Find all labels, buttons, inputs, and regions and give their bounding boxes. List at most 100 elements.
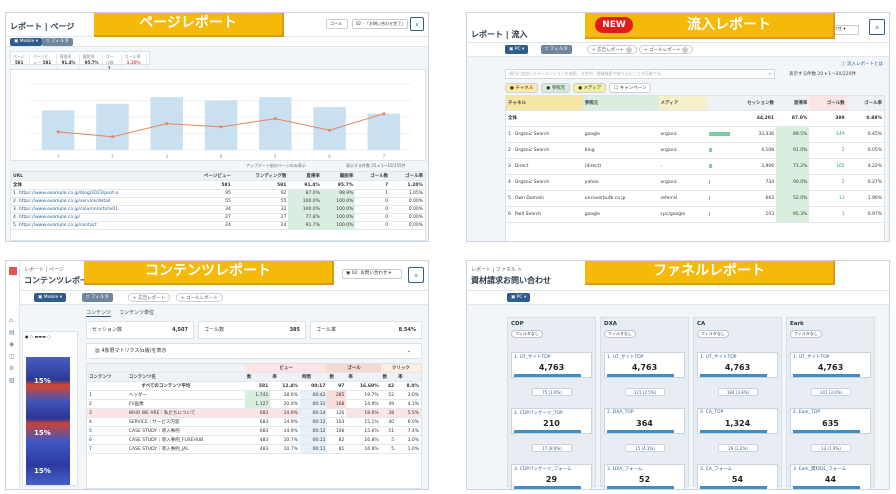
funnel-step[interactable]: 3. CDPパッケージ_フォーム 29 xyxy=(511,464,592,489)
funnel-dropoff[interactable]: 141 (3.0%) xyxy=(811,388,851,396)
chart-point[interactable] xyxy=(110,135,114,139)
funnel-dropoff[interactable]: 17 (8.9%) xyxy=(532,444,572,452)
funnel-filter-tag[interactable]: フィルタなし xyxy=(697,330,729,338)
row-url-text: https://www.example.co.jp/service/detail xyxy=(18,199,111,204)
inflow-row[interactable]: 2 Organic Search bing organic 4,108 91.0% 2 0.0… xyxy=(506,142,884,159)
chart-point[interactable] xyxy=(328,128,332,132)
content-filter-pill[interactable]: ▽ フィルタ xyxy=(82,293,113,302)
table-row[interactable]: 5 https://www.example.co.jp/contact 24 24 91… xyxy=(11,221,425,230)
content-row[interactable]: 3 WHO WE ARE｜私たちについて 683 14.9% 00:14 126 18.6%… xyxy=(87,408,421,418)
funnel-step[interactable]: 3. DXA_フォーム 52 xyxy=(604,464,685,489)
row-url[interactable]: 1 https://www.example.co.jp/blog/2023/pos… xyxy=(11,189,184,198)
chart-bar[interactable] xyxy=(367,113,401,150)
row-url[interactable]: 5 https://www.example.co.jp/contact xyxy=(11,221,184,230)
matrix-toggle[interactable]: ▥ 4象限マトリクス(α版)を表示 ⌄ xyxy=(86,343,422,359)
chart-bar[interactable] xyxy=(41,110,75,150)
funnel-step[interactable]: 3. Eark_資料DL_フォーム 44 xyxy=(790,464,871,489)
row-url[interactable]: 2 https://www.example.co.jp/service/detai… xyxy=(11,197,184,206)
content-row[interactable]: 1 ヘッダー 1,741 28.6% 00:42 285 19.7% 52 3.0% xyxy=(87,390,421,400)
chart-point[interactable] xyxy=(219,125,223,129)
funnel-dropoff[interactable]: 184 (3.9%) xyxy=(718,388,758,396)
content-goal-select[interactable]: ▣ 02: お問い合わせ ▾ xyxy=(342,269,402,279)
inflow-device-pill[interactable]: ▣ PC ▾ xyxy=(505,45,529,54)
content-report-screenshot: ⌂ ▤ ◉ ◫ ⚙ ▧ レポート | ページ コンテンツレポート ▣ 02: お問い合わせ… xyxy=(5,260,429,490)
content-column-header: コンテンツ名 xyxy=(126,372,245,382)
funnel-step[interactable]: 2. CA_TOP 1,324 xyxy=(697,408,778,434)
dimension-chip[interactable]: ☐ キャンペーン xyxy=(609,83,652,93)
content-row[interactable]: 6 CASE STUDY｜導入事例_FUSEHUB 483 10.7% 00:11 82 1… xyxy=(87,435,421,445)
dimension-chip[interactable]: ● メディア xyxy=(573,83,607,93)
tab-content-unit[interactable]: コンテンツ単位 xyxy=(119,309,154,317)
funnel-step[interactable]: 1. UT_サイトTOP 4,763 xyxy=(604,352,685,378)
table-row[interactable]: 2 https://www.example.co.jp/service/detai… xyxy=(11,197,425,206)
funnel-step[interactable]: 1. UT_サイトTOP 4,763 xyxy=(697,352,778,378)
content-total-cell: 8.0% xyxy=(396,381,421,391)
inflow-pager[interactable]: 表示する件数 20 ▾ 1〜20/220件 xyxy=(789,71,856,77)
total-cell: 7 xyxy=(355,180,391,190)
funnel-report-screenshot: レポート | ファネル > 資材請求お問い合わせ ▣ PC ▾ CDP フィルタな… xyxy=(466,260,890,490)
settings-icon[interactable]: ⚙ xyxy=(869,19,885,35)
funnel-step[interactable]: 3. CA_フォーム 54 xyxy=(697,464,778,489)
inflow-row-index: 5 xyxy=(508,195,511,201)
funnel-step[interactable]: 1. UT_サイトTOP 4,763 xyxy=(790,352,871,378)
chart-bar[interactable] xyxy=(96,103,129,150)
funnel-filter-tag[interactable]: フィルタなし xyxy=(511,330,543,338)
tab-content[interactable]: コンテンツ xyxy=(86,309,112,317)
row-url[interactable]: 4 https://www.example.co.jp/ xyxy=(11,213,184,222)
funnel-step[interactable]: 2. Eark_TOP 635 xyxy=(790,408,871,434)
filter-pill[interactable]: ▽ フィルタ xyxy=(42,38,73,46)
content-total-cell: 42 xyxy=(380,381,397,391)
row-url[interactable]: 3 https://www.example.co.jp/column/articl… xyxy=(11,205,184,214)
device-pill[interactable]: ▣ Mobile ▾ xyxy=(10,38,43,46)
funnel-step-bar xyxy=(607,486,674,489)
inflow-row[interactable]: 6 Paid Search google cpc/google 103 95.3% 1 0.9… xyxy=(506,206,884,223)
chart-point[interactable] xyxy=(56,130,60,134)
table-row[interactable]: 3 https://www.example.co.jp/column/articl… xyxy=(11,205,425,214)
inflow-search-input[interactable]: 項目に追加したディメンションを検索。文字列・曖昧検索で絞り込むことが可能です。 ⌕ xyxy=(505,69,775,79)
content-compare-goal[interactable]: + ゴールレポート xyxy=(176,293,223,302)
inflow-column-header: 参照元 xyxy=(582,96,659,111)
dimension-chip[interactable]: ● チャネル xyxy=(505,83,539,93)
funnel-step[interactable]: 2. DXA_TOP 364 xyxy=(604,408,685,434)
funnel-filter-tag[interactable]: フィルタなし xyxy=(604,330,636,338)
row-cell: 100.0% xyxy=(321,205,356,214)
funnel-filter-tag[interactable]: フィルタなし xyxy=(790,330,822,338)
inflow-row[interactable]: 3 Direct (direct) -3,906 71.2% 165 4.22% xyxy=(506,158,884,175)
content-row[interactable]: 4 SERVICE｜サービス内容 683 14.9% 00:12 103 15.1% 40 6.… xyxy=(87,417,421,427)
funnel-step[interactable]: 1. UT_サイトTOP 4,763 xyxy=(511,352,592,378)
chart-point[interactable] xyxy=(165,122,169,126)
goal-select[interactable]: 02 - 「お問い合わせ完了」 xyxy=(352,19,408,29)
page-pager[interactable]: 表示する件数 25 ▾ 1〜10/155件 xyxy=(346,163,406,169)
content-settings-icon[interactable]: ⚙ xyxy=(408,267,424,283)
inflow-compare-ad[interactable]: + 広告レポート xyxy=(587,45,637,54)
content-row[interactable]: 5 CASE STUDY｜導入事例 683 14.9% 00:12 106 15.6% 51 7… xyxy=(87,426,421,436)
content-row[interactable]: 2 FV画像 1,127 20.0% 00:31 168 14.9% 49 4.3% xyxy=(87,399,421,409)
chart-bar[interactable] xyxy=(259,97,292,150)
inflow-row[interactable]: 4 Organic Search yahoo organic 734 90.0% 2 0.27… xyxy=(506,174,884,191)
table-row[interactable]: 4 https://www.example.co.jp/27 27 77.8% 100.… xyxy=(11,213,425,222)
inflow-compare-goal[interactable]: + ゴールレポート xyxy=(639,45,694,54)
download-icon[interactable]: ⬇ xyxy=(410,17,424,31)
inflow-filter-pill[interactable]: ▽ フィルタ xyxy=(541,45,572,54)
content-cell: 00:11 xyxy=(299,435,328,445)
content-row[interactable]: 7 CASE STUDY｜導入事例_JAL 483 10.7% 00:11 81 16.8%… xyxy=(87,444,421,454)
funnel-dropoff[interactable]: 29 (2.2%) xyxy=(718,444,758,452)
chart-bar[interactable] xyxy=(313,107,346,150)
funnel-dropoff[interactable]: 15 (4.1%) xyxy=(625,444,665,452)
chart-point[interactable] xyxy=(382,112,386,116)
inflow-row[interactable]: 1 Organic Search google organic 33,336 89.5% 1… xyxy=(506,126,884,143)
dimension-chip[interactable]: ● 参照元 xyxy=(541,83,571,93)
sidebar-icons[interactable]: ⌂ ▤ ◉ ◫ ⚙ ▧ xyxy=(9,315,16,387)
chart-point[interactable] xyxy=(273,117,277,121)
funnel-step[interactable]: 2. CDPパッケージ_TOP 210 xyxy=(511,408,592,434)
inflow-row[interactable]: 5 Own Domain uncoverbutb.co.jp referral 663 5… xyxy=(506,190,884,207)
funnel-device-pill[interactable]: ▣ PC ▾ xyxy=(507,293,531,302)
content-compare-ad[interactable]: + 広告レポート xyxy=(128,293,171,302)
funnel-dropoff[interactable]: 121 (2.5%) xyxy=(625,388,665,396)
funnel-dropoff[interactable]: 75 (1.6%) xyxy=(532,388,572,396)
content-device-pill[interactable]: ▣ Mobile ▾ xyxy=(34,293,67,302)
table-row[interactable]: 1 https://www.example.co.jp/blog/2023/pos… xyxy=(11,189,425,198)
funnel-dropoff[interactable]: 12 (1.9%) xyxy=(811,444,851,452)
inflow-about-link[interactable]: ⓘ 流入レポートとは xyxy=(841,61,883,67)
content-cell: 16.8% xyxy=(346,444,381,454)
